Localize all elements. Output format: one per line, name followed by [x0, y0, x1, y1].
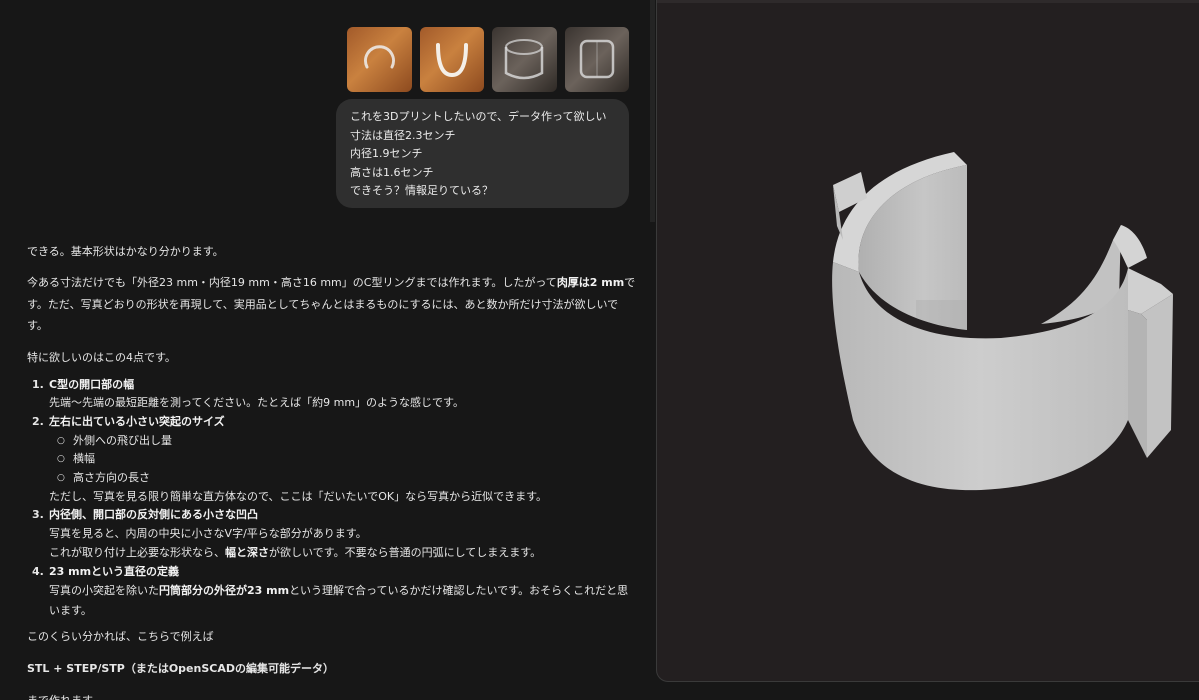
bold-text: 円筒部分の外径が23 mm: [159, 584, 290, 598]
attached-images: [347, 27, 629, 93]
text-run: が欲しいです。不要なら普通の円弧にしてしまえます。: [269, 545, 542, 559]
list-item-diameter-definition: 4. 23 mmという直径の定義 写真の小突起を除いた円筒部分の外径が23 mm…: [27, 563, 637, 622]
bullet-circle-icon: ○: [57, 473, 65, 484]
list-number: 3.: [32, 508, 44, 522]
assistant-message: できる。基本形状はかなり分かります。 今ある寸法だけでも「外径23 mm・内径1…: [27, 241, 637, 700]
list-item-text: 写真の小突起を除いた円筒部分の外径が23 mmという理解で合っているかだけ確認し…: [49, 581, 637, 621]
user-message-line: できそう？情報足りている？: [350, 184, 493, 198]
list-item-text: ただし、写真を見る限り簡単な直方体なので、ここは「だいたいでOK」なら写真から近…: [49, 489, 547, 503]
bold-text: 幅と深さ: [225, 545, 269, 559]
sub-item-text: 高さ方向の長さ: [73, 471, 150, 485]
answer-output-format: STL + STEP/STP（またはOpenSCADの編集可能データ）: [27, 662, 334, 676]
bullet-circle-icon: ○: [57, 435, 65, 446]
list-number: 2.: [32, 414, 44, 428]
list-item-text: 先端〜先端の最短距離を測ってください。たとえば「約9 mm」のような感じです。: [49, 396, 464, 410]
sub-item: ○ 横幅: [49, 450, 637, 469]
answer-intro: できる。基本形状はかなり分かります。: [27, 245, 224, 258]
sub-item-text: 外側への飛び出し量: [73, 433, 172, 447]
photo-2-side-view[interactable]: [419, 27, 484, 92]
sub-item: ○ 外側への飛び出し量: [49, 432, 637, 451]
photo-3-angle-view[interactable]: [492, 27, 557, 92]
list-number: 1.: [32, 377, 44, 391]
list-item-inner-notch: 3. 内径側、開口部の反対側にある小さな凹凸 写真を見ると、内周の中央に小さなV…: [27, 506, 637, 562]
list-item-title: 23 mmという直径の定義: [49, 564, 180, 578]
model-viewer-panel[interactable]: [656, 0, 1199, 682]
chat-scrollbar[interactable]: [650, 0, 655, 222]
list-item-text: これが取り付け上必要な形状なら、幅と深さが欲しいです。不要なら普通の円弧にしてし…: [49, 544, 637, 563]
user-message-bubble: これを3Dプリントしたいので、データ作って欲しい 寸法は直径2.3センチ 内径1…: [336, 99, 629, 208]
user-message-line: 内径1.9センチ: [350, 147, 423, 161]
sub-item: ○ 高さ方向の長さ: [49, 469, 637, 488]
list-number: 4.: [32, 564, 44, 578]
list-item-opening-width: 1. C型の開口部の幅 先端〜先端の最短距離を測ってください。たとえば「約9 m…: [27, 376, 637, 413]
list-item-tab-size: 2. 左右に出ている小さい突起のサイズ ○ 外側への飛び出し量 ○ 横幅 ○ 高さ方向…: [27, 413, 637, 507]
answer-dimensions-paragraph: 今ある寸法だけでも「外径23 mm・内径19 mm・高さ16 mm」のC型リング…: [27, 272, 637, 337]
text-run: 写真の小突起を除いた: [49, 584, 159, 598]
answer-tail: まで作れます。: [27, 690, 637, 700]
user-message-line: 高さは1.6センチ: [350, 165, 434, 179]
c-ring-3d-model[interactable]: [657, 0, 1199, 682]
chat-panel: これを3Dプリントしたいので、データ作って欲しい 寸法は直径2.3センチ 内径1…: [0, 0, 650, 700]
tab-right-side: [1128, 310, 1147, 458]
bold-text: 肉厚は2 mm: [556, 276, 625, 289]
text-run: これが取り付け上必要な形状なら、: [49, 545, 225, 559]
list-item-title: C型の開口部の幅: [49, 377, 135, 391]
bullet-circle-icon: ○: [57, 454, 65, 465]
answer-closing: このくらい分かれば、こちらで例えば: [27, 630, 214, 644]
photo-4-front-view[interactable]: [564, 27, 629, 92]
list-item-title: 左右に出ている小さい突起のサイズ: [49, 414, 225, 428]
list-item-title: 内径側、開口部の反対側にある小さな凹凸: [49, 508, 258, 522]
answer-list-intro: 特に欲しいのはこの4点です。: [27, 350, 176, 364]
photo-1-top-view[interactable]: [347, 27, 412, 92]
text-run: 今ある寸法だけでも「外径23 mm・内径19 mm・高さ16 mm」のC型リング…: [27, 276, 557, 289]
user-message-line: 寸法は直径2.3センチ: [350, 128, 456, 142]
list-item-text: 写真を見ると、内周の中央に小さなV字/平らな部分があります。: [49, 527, 367, 541]
user-message-line: これを3Dプリントしたいので、データ作って欲しい: [350, 110, 607, 123]
sub-item-text: 横幅: [73, 452, 95, 466]
